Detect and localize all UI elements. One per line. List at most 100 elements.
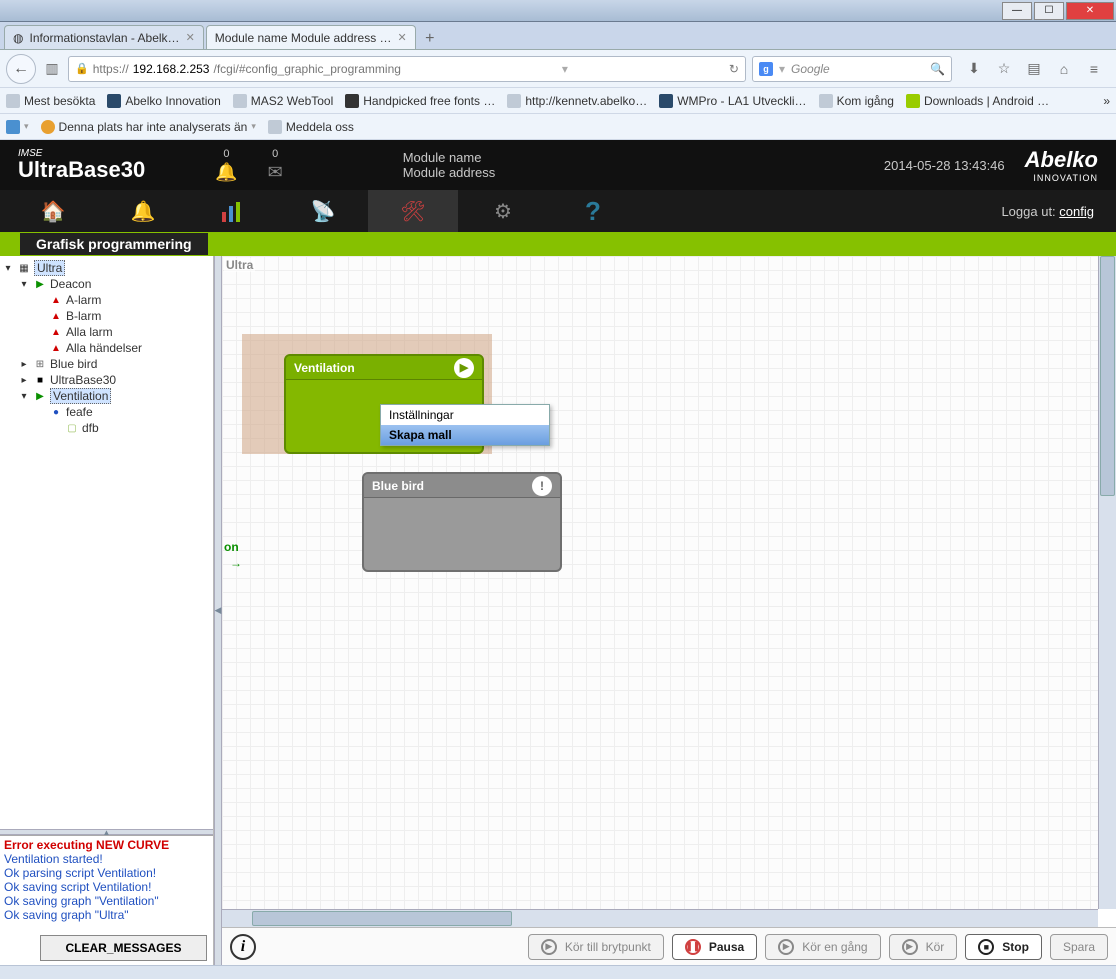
nav-help[interactable]: ? — [548, 190, 638, 232]
search-dropdown-icon[interactable]: ▾ — [779, 62, 785, 76]
tree-label: Deacon — [50, 277, 91, 291]
bell-icon: 🔔 — [215, 162, 237, 183]
scrollbar-thumb[interactable] — [1100, 256, 1115, 496]
stop-button[interactable]: ■Stop — [965, 934, 1042, 960]
tree-root[interactable]: ▾ ▦ Ultra — [2, 260, 211, 276]
help-icon — [41, 120, 55, 134]
alarm-indicator[interactable]: 0 🔔 — [215, 148, 237, 183]
os-resize-grip[interactable] — [0, 965, 1116, 979]
nav-alarms[interactable]: 🔔 — [98, 190, 188, 232]
library-icon[interactable]: ▤ — [1024, 59, 1044, 79]
tab-title: Module name Module address … — [215, 31, 392, 45]
bookmark-item[interactable]: Downloads | Android … — [906, 94, 1049, 108]
downloads-icon[interactable]: ⬇ — [964, 59, 984, 79]
tree-item[interactable]: ▲Alla händelser — [2, 340, 211, 356]
message-line: Ok saving graph "Ultra" — [4, 908, 209, 922]
nav-charts[interactable] — [188, 190, 278, 232]
close-icon[interactable]: ✕ — [398, 31, 407, 44]
expand-icon[interactable]: ▸ — [18, 359, 30, 370]
window-maximize-button[interactable]: ☐ — [1034, 2, 1064, 20]
bookmark-item[interactable]: Handpicked free fonts … — [345, 94, 495, 108]
home-icon[interactable]: ⌂ — [1054, 59, 1074, 79]
tree-item[interactable]: ▾▶Ventilation — [2, 388, 211, 404]
recent-pages-icon[interactable]: ▥ — [42, 59, 62, 79]
browser-nav-bar: ← ▥ 🔒 https://192.168.2.253/fcgi/#config… — [0, 50, 1116, 88]
tree-label: UltraBase30 — [50, 373, 116, 387]
back-button[interactable]: ← — [6, 54, 36, 84]
context-menu[interactable]: Inställningar Skapa mall — [380, 404, 550, 446]
play-icon[interactable]: ▶ — [454, 358, 474, 378]
search-bar[interactable]: g ▾ Google 🔍 — [752, 56, 952, 82]
addon-link[interactable]: Meddela oss — [268, 120, 354, 134]
bookmark-icon[interactable]: ☆ — [994, 59, 1014, 79]
expand-icon[interactable]: ▾ — [18, 391, 30, 402]
antenna-icon: 📡 — [311, 199, 336, 224]
canvas-footer: i ▶Kör till brytpunkt ❚❚Pausa ▶Kör en gå… — [222, 927, 1116, 965]
canvas[interactable]: Ultra Ventilation ▶ Blue bird ! — [222, 256, 1098, 909]
tree-item[interactable]: ●feafe — [2, 404, 211, 420]
run-to-breakpoint-button[interactable]: ▶Kör till brytpunkt — [528, 934, 664, 960]
site-icon — [659, 94, 673, 108]
tree-node-icon: ▲ — [50, 343, 62, 354]
tree-item[interactable]: ▲Alla larm — [2, 324, 211, 340]
scrollbar-thumb[interactable] — [252, 911, 512, 926]
tree-node-icon: ▶ — [34, 391, 46, 402]
tree-item[interactable]: ▢dfb — [2, 420, 211, 436]
tree-item[interactable]: ▲B-larm — [2, 308, 211, 324]
search-icon[interactable]: 🔍 — [930, 62, 945, 76]
nav-comm[interactable]: 📡 — [278, 190, 368, 232]
run-button[interactable]: ▶Kör — [889, 934, 958, 960]
node-bluebird[interactable]: Blue bird ! — [362, 472, 562, 572]
bars-icon — [220, 200, 246, 222]
context-menu-item[interactable]: Inställningar — [381, 405, 549, 425]
run-once-button[interactable]: ▶Kör en gång — [765, 934, 880, 960]
mail-indicator[interactable]: 0 ✉ — [268, 148, 283, 183]
tree-item[interactable]: ▸⊞Blue bird — [2, 356, 211, 372]
bookmark-item[interactable]: Abelko Innovation — [107, 94, 220, 108]
expand-icon[interactable]: ▸ — [18, 375, 30, 386]
nav-config[interactable]: 🛠 — [368, 190, 458, 232]
bookmark-item[interactable]: Kom igång — [819, 94, 894, 108]
reload-icon[interactable]: ↻ — [729, 62, 739, 76]
bookmark-item[interactable]: WMPro - LA1 Utveckli… — [659, 94, 806, 108]
window-minimize-button[interactable]: — — [1002, 2, 1032, 20]
context-menu-item[interactable]: Skapa mall — [381, 425, 549, 445]
menu-icon[interactable]: ≡ — [1084, 59, 1104, 79]
dropdown-icon[interactable]: ▾ — [562, 62, 568, 76]
save-button[interactable]: Spara — [1050, 934, 1108, 960]
horizontal-scrollbar[interactable] — [222, 909, 1098, 927]
vertical-scrollbar[interactable] — [1098, 256, 1116, 909]
close-icon[interactable]: ✕ — [186, 31, 195, 44]
logout-link[interactable]: config — [1059, 204, 1094, 219]
url-bar[interactable]: 🔒 https://192.168.2.253/fcgi/#config_gra… — [68, 56, 746, 82]
nav-system[interactable]: ⚙ — [458, 190, 548, 232]
message-list[interactable]: Error executing NEW CURVEVentilation sta… — [0, 836, 213, 933]
bookmark-item[interactable]: Mest besökta — [6, 94, 95, 108]
window-close-button[interactable]: ✕ — [1066, 2, 1114, 20]
nav-home[interactable]: 🏠 — [8, 190, 98, 232]
clear-messages-button[interactable]: CLEAR_MESSAGES — [40, 935, 207, 961]
tree-item[interactable]: ▾▶Deacon — [2, 276, 211, 292]
page-title: Grafisk programmering — [20, 233, 208, 255]
bookmark-item[interactable]: http://kennetv.abelko… — [507, 94, 647, 108]
pause-button[interactable]: ❚❚Pausa — [672, 934, 757, 960]
new-tab-button[interactable]: + — [418, 29, 442, 49]
addon-status[interactable]: Denna plats har inte analyserats än ▾ — [41, 120, 256, 134]
addon-icon[interactable]: ▾ — [6, 120, 29, 134]
vertical-splitter[interactable]: ◀ — [214, 256, 222, 965]
node-title: Ventilation — [294, 361, 355, 375]
expand-icon[interactable]: ▾ — [18, 279, 30, 290]
tree-item[interactable]: ▸■UltraBase30 — [2, 372, 211, 388]
browser-tab[interactable]: ◍ Informationstavlan - Abelk… ✕ — [4, 25, 204, 49]
canvas-viewport[interactable]: Ultra Ventilation ▶ Blue bird ! — [222, 256, 1098, 909]
tree-view[interactable]: ▾ ▦ Ultra ▾▶Deacon▲A-larm▲B-larm▲Alla la… — [0, 256, 213, 829]
lock-icon: 🔒 — [75, 62, 89, 75]
module-address: Module address — [403, 165, 496, 180]
bookmark-item[interactable]: MAS2 WebTool — [233, 94, 333, 108]
info-button[interactable]: i — [230, 934, 256, 960]
tree-item[interactable]: ▲A-larm — [2, 292, 211, 308]
android-icon — [906, 94, 920, 108]
collapse-icon[interactable]: ▾ — [2, 263, 14, 274]
bookmarks-overflow[interactable]: » — [1103, 94, 1110, 108]
browser-tab[interactable]: Module name Module address … ✕ — [206, 25, 416, 49]
